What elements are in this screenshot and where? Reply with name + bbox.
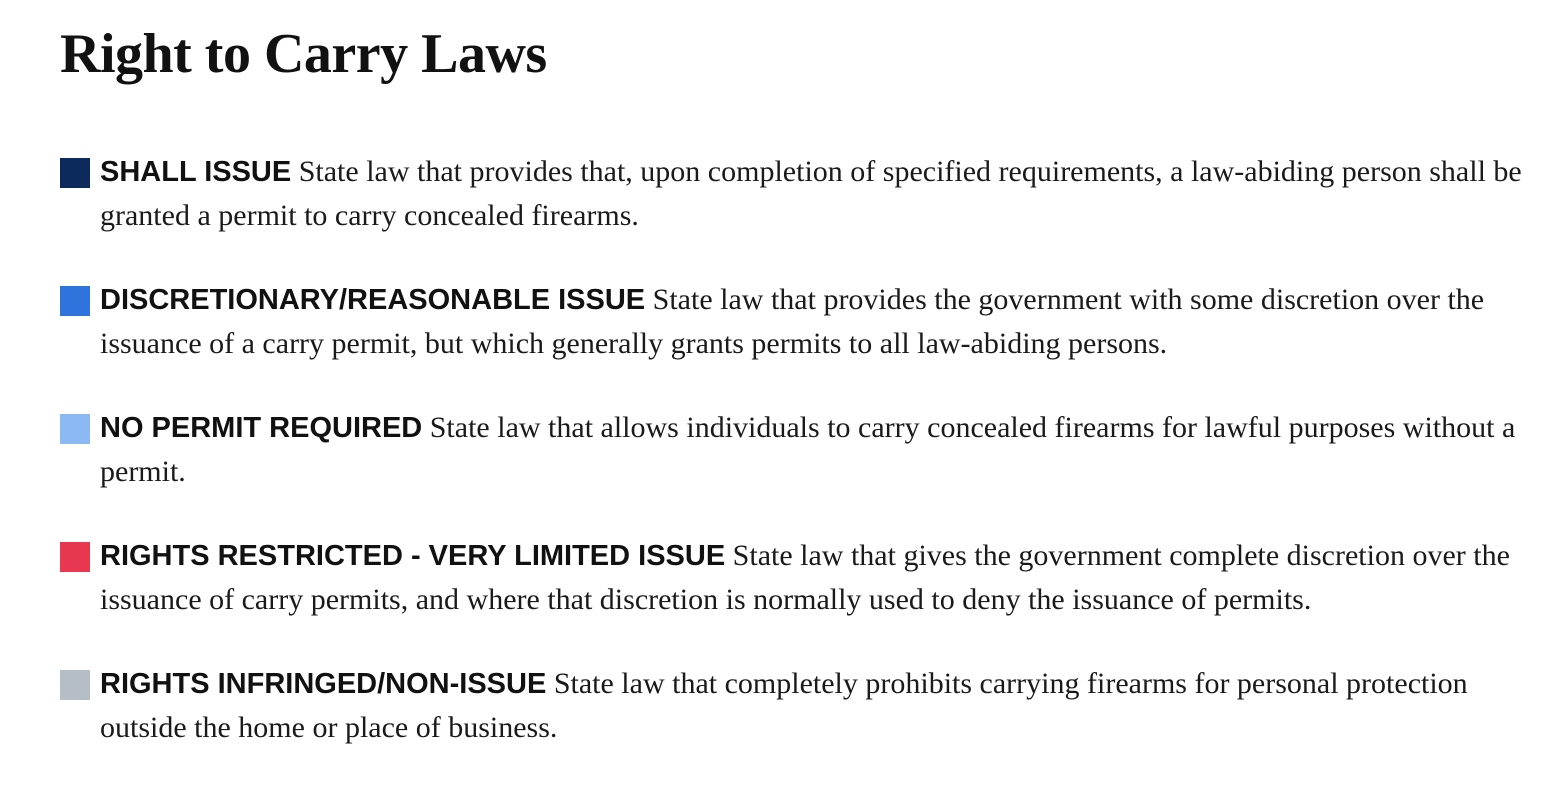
legend-list: SHALL ISSUE State law that provides that… bbox=[60, 150, 1550, 790]
legend-text: RIGHTS RESTRICTED - VERY LIMITED ISSUE S… bbox=[100, 534, 1546, 622]
legend-text: RIGHTS INFRINGED/NON-ISSUE State law tha… bbox=[100, 662, 1546, 750]
legend-item-discretionary-issue: DISCRETIONARY/REASONABLE ISSUE State law… bbox=[60, 278, 1550, 406]
legend-label: RIGHTS RESTRICTED - VERY LIMITED ISSUE bbox=[100, 540, 726, 572]
legend-text: DISCRETIONARY/REASONABLE ISSUE State law… bbox=[100, 278, 1546, 366]
legend-label: RIGHTS INFRINGED/NON-ISSUE bbox=[100, 668, 547, 700]
legend-text: SHALL ISSUE State law that provides that… bbox=[100, 150, 1546, 238]
legend-text: NO PERMIT REQUIRED State law that allows… bbox=[100, 406, 1546, 494]
color-swatch bbox=[60, 670, 90, 700]
page-title: Right to Carry Laws bbox=[60, 23, 547, 85]
legend-label: NO PERMIT REQUIRED bbox=[100, 412, 423, 444]
legend-label: SHALL ISSUE bbox=[100, 156, 292, 188]
color-swatch bbox=[60, 542, 90, 572]
color-swatch bbox=[60, 158, 90, 188]
legend-item-no-permit-required: NO PERMIT REQUIRED State law that allows… bbox=[60, 406, 1550, 534]
legend-item-rights-infringed: RIGHTS INFRINGED/NON-ISSUE State law tha… bbox=[60, 662, 1550, 790]
legend-item-rights-restricted: RIGHTS RESTRICTED - VERY LIMITED ISSUE S… bbox=[60, 534, 1550, 662]
color-swatch bbox=[60, 414, 90, 444]
legend-item-shall-issue: SHALL ISSUE State law that provides that… bbox=[60, 150, 1550, 278]
color-swatch bbox=[60, 286, 90, 316]
legend-label: DISCRETIONARY/REASONABLE ISSUE bbox=[100, 284, 646, 316]
legend-description: State law that provides that, upon compl… bbox=[100, 155, 1522, 232]
